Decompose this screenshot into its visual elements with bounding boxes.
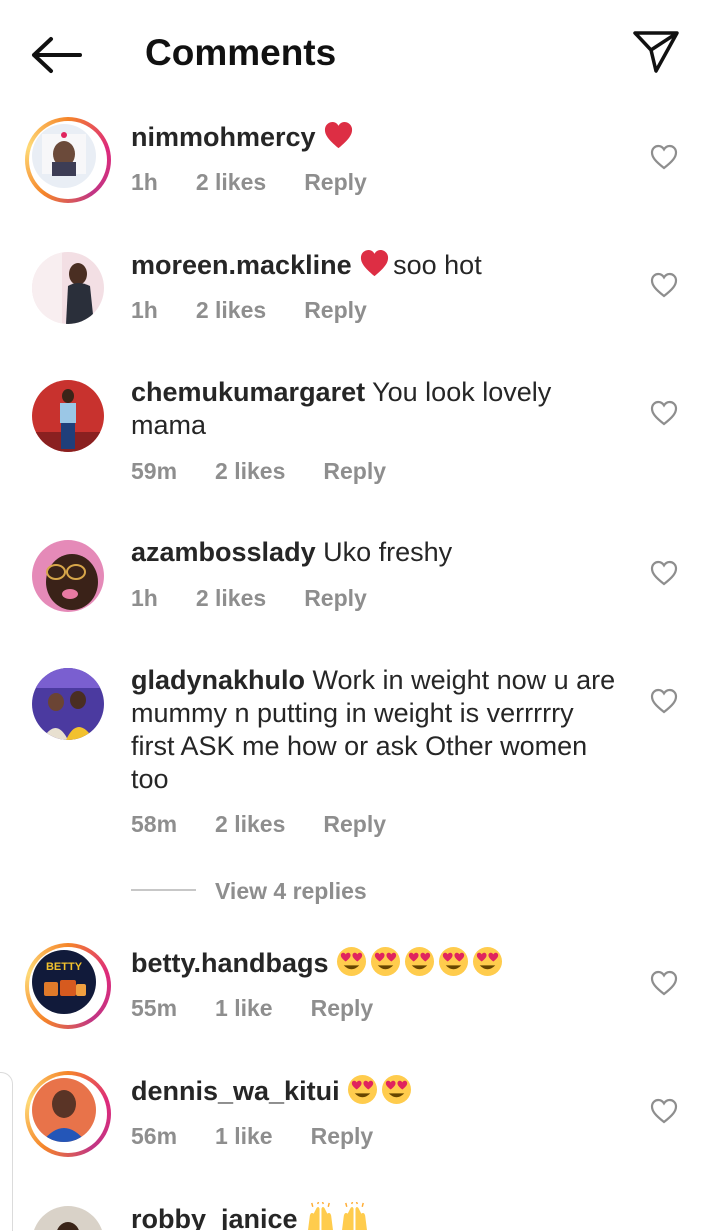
like-heart-icon[interactable]	[650, 560, 678, 586]
reply-button[interactable]: Reply	[323, 458, 386, 484]
username[interactable]: dennis_wa_kitui	[131, 1076, 340, 1106]
comment-item: gladynakhulo Work in weight now u are mu…	[0, 652, 720, 852]
comment-time: 55m	[131, 995, 178, 1021]
comment-text: nimmohmercy	[131, 120, 621, 154]
comment-time: 56m	[131, 1123, 178, 1149]
red-heart-icon	[325, 121, 353, 149]
avatar[interactable]	[32, 380, 104, 452]
comment-text: betty.handbags	[131, 946, 621, 980]
comment-item: dennis_wa_kitui 56m 1 like Reply	[0, 1062, 720, 1172]
comment-time: 58m	[131, 811, 178, 837]
divider	[131, 889, 196, 891]
comment-item: moreen.mackline soo hot 1h 2 likes Reply	[0, 236, 720, 346]
avatar[interactable]	[32, 668, 104, 740]
comment-text: dennis_wa_kitui	[131, 1074, 621, 1108]
header-bar: Comments	[0, 0, 720, 108]
comment-text: robby_janice	[131, 1202, 621, 1230]
arrow-left-icon	[32, 37, 82, 73]
comment-meta: 55m 1 like Reply	[131, 995, 411, 1022]
heart-eyes-icon	[473, 946, 503, 977]
username[interactable]: nimmohmercy	[131, 122, 316, 152]
avatar[interactable]: BETTY	[25, 943, 111, 1029]
red-heart-icon	[361, 249, 389, 277]
comment-item: azambosslady Uko freshy 1h 2 likes Reply	[0, 524, 720, 634]
comment-body: Uko freshy	[323, 537, 453, 567]
comment-text: gladynakhulo Work in weight now u are mu…	[131, 664, 621, 796]
comment-meta: 1h 2 likes Reply	[131, 169, 405, 196]
avatar[interactable]	[25, 117, 111, 203]
username[interactable]: moreen.mackline	[131, 250, 352, 280]
username[interactable]: gladynakhulo	[131, 665, 305, 695]
reply-button[interactable]: Reply	[304, 585, 367, 611]
heart-eyes-icon	[337, 946, 367, 977]
reply-button[interactable]: Reply	[323, 811, 386, 837]
raised-hands-icon	[308, 1202, 334, 1230]
avatar[interactable]	[32, 540, 104, 612]
comment-time: 1h	[131, 297, 158, 323]
raised-hands-icon	[342, 1202, 368, 1230]
comment-meta: 56m 1 like Reply	[131, 1123, 411, 1150]
paper-plane-icon	[633, 31, 679, 73]
like-heart-icon[interactable]	[650, 144, 678, 170]
comment-item: chemukumargaret You look lovely mama 59m…	[0, 364, 720, 504]
heart-eyes-icon	[382, 1074, 412, 1105]
reply-button[interactable]: Reply	[311, 1123, 374, 1149]
like-count[interactable]: 2 likes	[196, 169, 266, 195]
heart-eyes-icon	[405, 946, 435, 977]
avatar[interactable]	[25, 1071, 111, 1157]
reply-button[interactable]: Reply	[311, 995, 374, 1021]
comment-meta: 59m 2 likes Reply	[131, 458, 424, 485]
like-count[interactable]: 1 like	[215, 1123, 273, 1149]
avatar-badge-text: BETTY	[46, 961, 83, 973]
heart-eyes-icon	[348, 1074, 378, 1105]
comment-item: BETTY betty.handbags 55m 1 like Reply	[0, 934, 720, 1044]
comment-text: chemukumargaret You look lovely mama	[131, 376, 621, 442]
comment-item: robby_janice	[0, 1190, 720, 1230]
share-button[interactable]	[632, 28, 680, 76]
page-title: Comments	[145, 32, 337, 73]
comment-meta: 1h 2 likes Reply	[131, 297, 405, 324]
comment-time: 59m	[131, 458, 178, 484]
username[interactable]: chemukumargaret	[131, 377, 365, 407]
like-count[interactable]: 2 likes	[196, 297, 266, 323]
view-replies[interactable]: View 4 replies	[131, 878, 431, 908]
username[interactable]: betty.handbags	[131, 948, 329, 978]
back-button[interactable]	[30, 34, 84, 76]
comment-time: 1h	[131, 169, 158, 195]
like-heart-icon[interactable]	[650, 970, 678, 996]
comment-meta: 1h 2 likes Reply	[131, 585, 405, 612]
comment-text: azambosslady Uko freshy	[131, 536, 621, 569]
username[interactable]: azambosslady	[131, 537, 316, 567]
reply-button[interactable]: Reply	[304, 297, 367, 323]
comment-body: soo hot	[393, 250, 482, 280]
like-count[interactable]: 2 likes	[215, 811, 285, 837]
username[interactable]: robby_janice	[131, 1204, 298, 1230]
view-replies-label[interactable]: View 4 replies	[215, 878, 367, 905]
comment-text: moreen.mackline soo hot	[131, 248, 621, 282]
like-heart-icon[interactable]	[650, 1098, 678, 1124]
like-count[interactable]: 2 likes	[196, 585, 266, 611]
like-count[interactable]: 2 likes	[215, 458, 285, 484]
like-heart-icon[interactable]	[650, 688, 678, 714]
avatar[interactable]	[32, 252, 104, 324]
heart-eyes-icon	[371, 946, 401, 977]
comment-meta: 58m 2 likes Reply	[131, 811, 424, 838]
heart-eyes-icon	[439, 946, 469, 977]
like-count[interactable]: 1 like	[215, 995, 273, 1021]
scroll-edge-handle	[0, 1072, 13, 1231]
avatar[interactable]	[32, 1206, 104, 1230]
like-heart-icon[interactable]	[650, 400, 678, 426]
like-heart-icon[interactable]	[650, 272, 678, 298]
comment-time: 1h	[131, 585, 158, 611]
comment-item: nimmohmercy 1h 2 likes Reply	[0, 108, 720, 218]
reply-button[interactable]: Reply	[304, 169, 367, 195]
